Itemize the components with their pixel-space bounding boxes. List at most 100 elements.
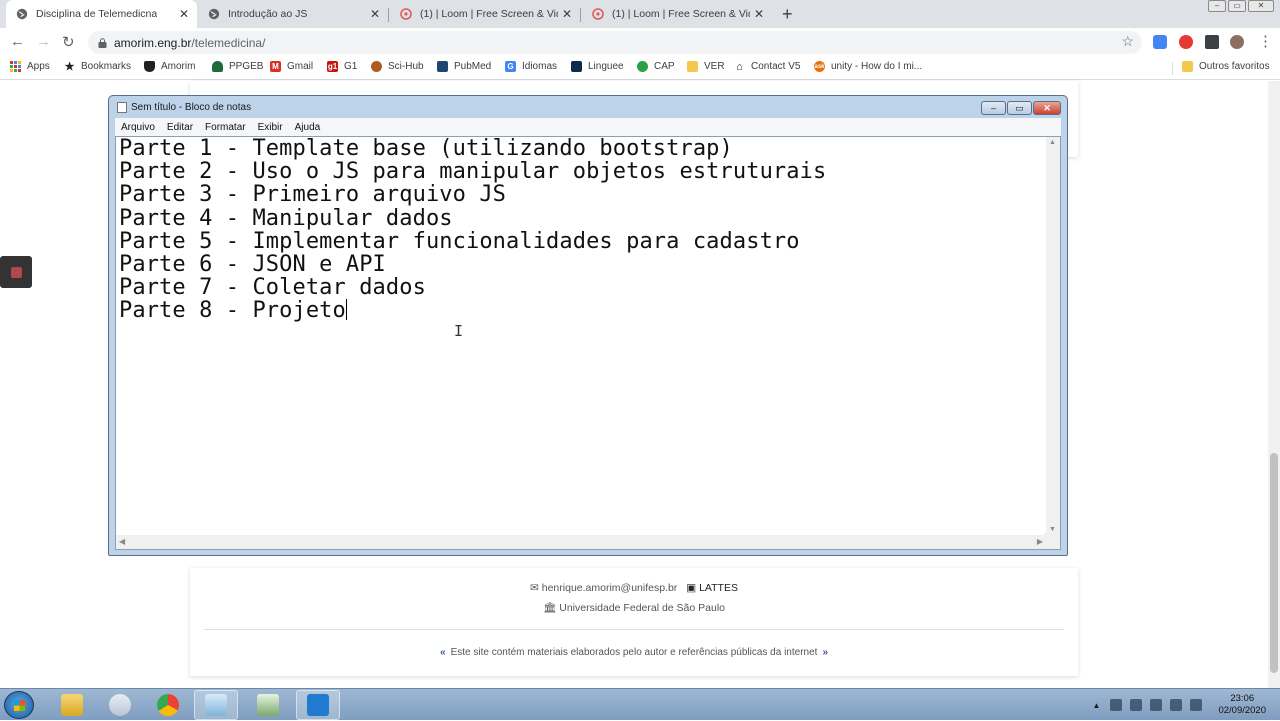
windows-logo-icon xyxy=(14,700,25,711)
tab-strip: Disciplina de Telemedicna ✕ Introdução a… xyxy=(0,0,1280,28)
bookmark-label: Linguee xyxy=(588,61,624,72)
notepad-window-controls: – ▭ ✕ xyxy=(981,101,1061,115)
bookmark-cap[interactable]: CAP xyxy=(637,61,675,72)
scroll-right-icon[interactable]: ▶ xyxy=(1037,537,1043,546)
notepad-titlebar: Sem título - Bloco de notas xyxy=(117,102,251,113)
taskbar-chrome[interactable] xyxy=(146,690,190,720)
bookmark-gmail[interactable]: M Gmail xyxy=(270,61,313,72)
address-bar[interactable]: amorim.eng.br/telemedicina/ ☆ xyxy=(88,31,1142,54)
network-icon[interactable] xyxy=(1150,699,1163,711)
lattes-label: LATTES xyxy=(699,582,738,594)
show-hidden-icons-icon[interactable]: ▲ xyxy=(1093,701,1101,710)
translate-icon: G xyxy=(505,61,516,72)
bookmark-ver[interactable]: VER xyxy=(687,61,725,72)
globe-icon xyxy=(208,8,220,20)
chrome-icon xyxy=(157,694,179,716)
bookmark-ppgeb[interactable]: PPGEB xyxy=(212,61,263,72)
notepad-maximize-button[interactable]: ▭ xyxy=(1007,101,1032,115)
menu-dots-icon[interactable]: ⋮ xyxy=(1258,32,1273,50)
bookmark-idiomas[interactable]: G Idiomas xyxy=(505,61,557,72)
bookmark-apps[interactable]: Apps xyxy=(10,61,50,72)
reload-icon[interactable]: ↻ xyxy=(62,33,75,51)
bookmark-star-icon[interactable]: ☆ xyxy=(1121,33,1134,50)
new-tab-button[interactable]: + xyxy=(782,4,793,25)
volume-icon[interactable] xyxy=(1170,699,1183,711)
bookmark-contact-v5[interactable]: ⌂ Contact V5 xyxy=(734,61,800,73)
taskbar-snipping[interactable] xyxy=(98,690,142,720)
flag-icon[interactable] xyxy=(1110,699,1123,711)
device-icon[interactable] xyxy=(1130,699,1143,711)
notepad-menubar: Arquivo Editar Formatar Exibir Ajuda xyxy=(115,118,1061,136)
scroll-up-icon[interactable]: ▲ xyxy=(1049,139,1056,146)
email-link[interactable]: henrique.amorim@unifesp.br xyxy=(542,582,678,594)
tab-introducao-js[interactable]: Introdução ao JS ✕ xyxy=(198,0,388,28)
text-line: Parte 3 - Primeiro arquivo JS xyxy=(119,182,507,208)
close-icon[interactable]: ✕ xyxy=(179,7,189,21)
text-line-content: Parte 8 - Projeto xyxy=(119,298,346,324)
bookmark-label: Gmail xyxy=(287,61,314,72)
menu-ajuda[interactable]: Ajuda xyxy=(295,122,321,133)
cloud-icon[interactable] xyxy=(1190,699,1203,711)
menu-exibir[interactable]: Exibir xyxy=(258,122,283,133)
tab-divider xyxy=(388,8,389,22)
tab-loom-2[interactable]: (1) | Loom | Free Screen & Video ✕ xyxy=(582,0,772,28)
notepad-close-button[interactable]: ✕ xyxy=(1033,101,1061,115)
bookmark-pubmed[interactable]: PubMed xyxy=(437,61,491,72)
system-tray: ▲ 23:06 02/09/2020 xyxy=(1093,689,1270,721)
bookmark-scihub[interactable]: Sci-Hub xyxy=(371,61,424,72)
translate-extension-icon[interactable] xyxy=(1153,35,1167,49)
notepad-minimize-button[interactable]: – xyxy=(981,101,1006,115)
tab-divider xyxy=(580,8,581,22)
taskbar-notepad[interactable] xyxy=(194,690,238,720)
bookmark-bookmarks[interactable]: ★ Bookmarks xyxy=(64,61,131,73)
bookmark-label: CAP xyxy=(654,61,675,72)
chevron-right-icon: » xyxy=(822,647,828,658)
notepad-text-area[interactable]: Parte 1 - Template base (utilizando boot… xyxy=(115,136,1061,550)
text-caret xyxy=(345,299,347,321)
bookmark-g1[interactable]: g1 G1 xyxy=(327,61,357,72)
chevron-left-icon: « xyxy=(440,647,446,658)
back-arrow-icon[interactable]: ← xyxy=(10,33,25,50)
menu-arquivo[interactable]: Arquivo xyxy=(121,122,155,133)
close-icon[interactable]: ✕ xyxy=(754,7,764,21)
bookmark-other-favorites[interactable]: Outros favoritos xyxy=(1182,61,1270,72)
scrollbar-thumb[interactable] xyxy=(1270,453,1278,673)
clock[interactable]: 23:06 02/09/2020 xyxy=(1218,693,1266,717)
bookmark-linguee[interactable]: Linguee xyxy=(571,61,624,72)
menu-formatar[interactable]: Formatar xyxy=(205,122,246,133)
bookmarks-divider xyxy=(1172,62,1173,75)
notepad-vertical-scrollbar[interactable]: ▲ ▼ xyxy=(1046,137,1060,535)
windows-taskbar: ▲ 23:06 02/09/2020 xyxy=(0,688,1280,720)
close-window-button[interactable]: ✕ xyxy=(1248,0,1274,12)
avatar[interactable] xyxy=(1230,35,1244,49)
bookmark-unity[interactable]: ask unity - How do I mi... xyxy=(814,61,922,72)
minimize-button[interactable]: – xyxy=(1208,0,1226,12)
maximize-button[interactable]: ▭ xyxy=(1228,0,1246,12)
opera-extension-icon[interactable] xyxy=(1179,35,1193,49)
taskbar-explorer[interactable] xyxy=(50,690,94,720)
puzzle-icon[interactable] xyxy=(1205,35,1219,49)
tab-disciplina[interactable]: Disciplina de Telemedicna ✕ xyxy=(6,0,197,28)
forward-arrow-icon[interactable]: → xyxy=(36,33,51,50)
close-icon[interactable]: ✕ xyxy=(370,7,380,21)
address-host: amorim.eng.br xyxy=(114,35,192,50)
page-footer: ✉ henrique.amorim@unifesp.br ▣ LATTES 🏛 … xyxy=(190,568,1078,676)
taskbar-chart-app[interactable] xyxy=(246,690,290,720)
bookmark-amorim[interactable]: Amorim xyxy=(144,61,195,72)
clock-date: 02/09/2020 xyxy=(1218,705,1266,716)
lattes-link[interactable]: ▣ LATTES xyxy=(686,582,738,594)
taskbar-vscode[interactable] xyxy=(296,690,340,720)
notepad-horizontal-scrollbar[interactable]: ◀ ▶ xyxy=(116,535,1046,549)
bookmark-label: Sci-Hub xyxy=(388,61,424,72)
start-button[interactable] xyxy=(4,691,34,719)
close-icon[interactable]: ✕ xyxy=(562,7,572,21)
scroll-left-icon[interactable]: ◀ xyxy=(119,537,125,546)
tab-loom-1[interactable]: (1) | Loom | Free Screen & Video ✕ xyxy=(390,0,580,28)
ibeam-cursor-icon: I xyxy=(454,322,464,340)
side-widget[interactable] xyxy=(0,256,32,288)
scroll-down-icon[interactable]: ▼ xyxy=(1049,526,1056,533)
globe-icon xyxy=(16,8,28,20)
notepad-icon xyxy=(205,694,227,716)
menu-editar[interactable]: Editar xyxy=(167,122,193,133)
page-scrollbar[interactable] xyxy=(1268,81,1280,688)
